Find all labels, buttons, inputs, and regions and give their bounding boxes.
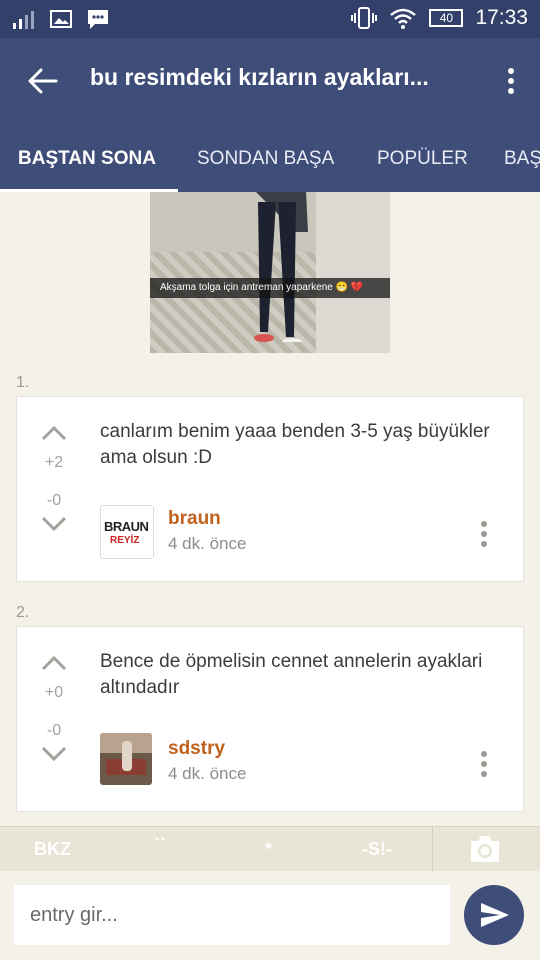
battery-icon: 40 [429, 9, 464, 27]
entry-index: 1. [16, 374, 30, 391]
downvote-icon[interactable] [39, 744, 69, 764]
toolbar-divider [432, 827, 433, 871]
avatar-photo-figure [122, 741, 132, 771]
send-button[interactable] [464, 885, 524, 945]
entry-options-icon[interactable] [479, 519, 489, 549]
entry-options-icon[interactable] [479, 749, 489, 779]
format-toolbar: BKZ `` * -S!- [0, 826, 540, 871]
gallery-icon [50, 10, 72, 28]
entry-index: 2. [16, 604, 30, 621]
app-bar: bu resimdeki kızların ayakları... [0, 38, 540, 124]
camera-icon[interactable] [468, 833, 502, 865]
avatar-text: BRAUN [104, 519, 149, 534]
image-people [254, 192, 308, 342]
avatar-subtext: REYİZ [110, 535, 140, 546]
tab-sondan-basa[interactable]: SONDAN BAŞA [197, 148, 334, 170]
battery-level: 40 [439, 11, 454, 25]
tab-bas[interactable]: BAŞ [504, 148, 540, 170]
entry-time: 4 dk. önce [168, 534, 247, 553]
chat-notification-icon [88, 10, 108, 29]
vibrate-icon [351, 7, 378, 29]
vote-box: +0 -0 [39, 653, 69, 769]
avatar[interactable]: BRAUN REYİZ [100, 505, 154, 559]
more-options-icon[interactable] [506, 66, 516, 96]
entry-text: canlarım benim yaaa benden 3-5 yaş büyük… [100, 421, 490, 468]
sort-tabs: BAŞTAN SONA SONDAN BAŞA POPÜLER BAŞ [0, 124, 540, 192]
upvote-icon[interactable] [39, 653, 69, 673]
downvote-count: -0 [46, 722, 62, 739]
downvote-icon[interactable] [39, 514, 69, 534]
topic-title: bu resimdeki kızların ayakları... [90, 64, 429, 90]
image-caption: Akşama tolga için antreman yaparkene 😁 💔 [150, 278, 390, 298]
image-wall [316, 192, 390, 353]
upvote-icon[interactable] [39, 423, 69, 443]
signal-icon [13, 11, 34, 29]
entry-card: +0 -0 Bence de öpmelisin cennet anneleri… [16, 626, 524, 812]
entry-text: Bence de öpmelisin cennet annelerin ayak… [100, 651, 483, 698]
entry-time: 4 dk. önce [168, 764, 247, 783]
tab-populer[interactable]: POPÜLER [377, 148, 468, 170]
backtick-button[interactable]: `` [154, 835, 166, 856]
entry-composer [0, 871, 540, 960]
tab-bastan-sona[interactable]: BAŞTAN SONA [18, 148, 156, 170]
send-icon [481, 903, 509, 927]
back-arrow-icon[interactable] [26, 64, 60, 98]
author-link[interactable]: braun [168, 508, 221, 530]
entry-card: +2 -0 canlarım benim yaaa benden 3-5 yaş… [16, 396, 524, 582]
bkz-button[interactable]: BKZ [34, 839, 71, 860]
upvote-count: +2 [44, 454, 64, 471]
star-button[interactable]: * [265, 839, 272, 860]
entry-input[interactable] [14, 885, 450, 945]
wifi-icon [390, 8, 417, 29]
avatar[interactable] [100, 733, 152, 785]
upvote-count: +0 [44, 684, 64, 701]
clock: 17:33 [475, 6, 528, 29]
status-bar: 40 17:33 [0, 0, 540, 38]
author-link[interactable]: sdstry [168, 738, 225, 760]
entry-image[interactable]: Akşama tolga için antreman yaparkene 😁 💔 [150, 192, 390, 353]
downvote-count: -0 [46, 492, 62, 509]
spoiler-button[interactable]: -S!- [362, 839, 392, 860]
vote-box: +2 -0 [39, 423, 69, 539]
